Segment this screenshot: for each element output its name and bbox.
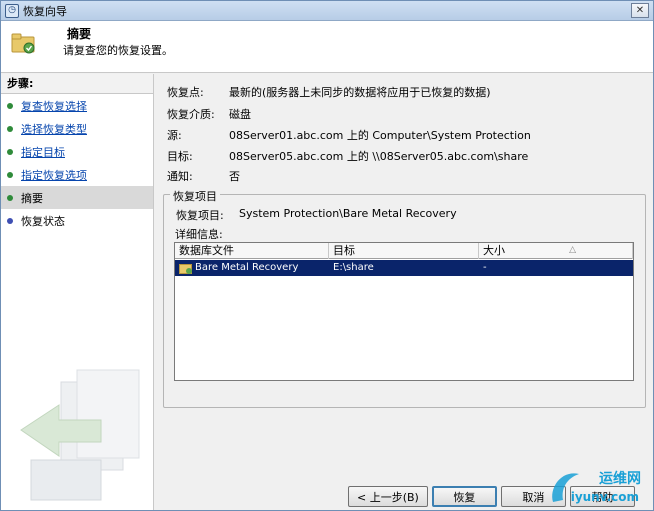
step-done-bullet-icon	[7, 102, 13, 109]
column-header-size[interactable]: 大小 △	[479, 243, 633, 259]
field-label: 恢复介质:	[167, 108, 215, 121]
notify-row: 通知: 否	[167, 168, 240, 184]
step-current-bullet-icon	[7, 194, 13, 201]
recovery-items-row: 恢复项目: System Protection\Bare Metal Recov…	[176, 207, 457, 223]
step-label[interactable]: 指定恢复选项	[21, 167, 87, 183]
wizard-header: 摘要 请复查您的恢复设置。	[1, 21, 653, 73]
step-done-bullet-icon	[7, 148, 13, 155]
window-title: 恢复向导	[23, 4, 67, 18]
watermark-text-en: iyunv.com	[570, 490, 639, 504]
table-header: 数据库文件 目标 大小 △	[175, 243, 633, 259]
recovery-point-row: 恢复点: 最新的(服务器上未同步的数据将应用于已恢复的数据)	[167, 84, 491, 100]
recovery-items-group: 恢复项目 恢复项目: System Protection\Bare Metal …	[163, 188, 646, 408]
watermark-text-cn: 运维网	[599, 471, 641, 487]
page-title: 摘要	[67, 27, 92, 41]
column-header-target[interactable]: 目标	[329, 243, 479, 259]
field-label: 恢复项目:	[176, 209, 224, 222]
size-cell: -	[483, 262, 487, 273]
field-label: 恢复点:	[167, 86, 204, 99]
title-bar[interactable]: ◷ 恢复向导 ✕	[1, 1, 653, 21]
step-review-selection[interactable]: 复查恢复选择	[1, 94, 153, 117]
field-label: 目标:	[167, 150, 193, 163]
recovery-wizard-window: ◷ 恢复向导 ✕ 摘要 请复查您的恢复设置。 步骤: 复查恢复选择 选择恢复类型…	[0, 0, 654, 511]
step-label[interactable]: 指定目标	[21, 144, 65, 160]
field-label: 通知:	[167, 170, 193, 183]
step-recovery-status: 恢复状态	[1, 209, 153, 232]
bare-metal-recovery-icon	[179, 264, 192, 274]
field-value: 否	[229, 170, 240, 183]
step-select-recovery-type[interactable]: 选择恢复类型	[1, 117, 153, 140]
file-name: Bare Metal Recovery	[195, 262, 299, 273]
step-label[interactable]: 选择恢复类型	[21, 121, 87, 137]
column-header-label: 大小	[483, 244, 505, 257]
wizard-app-icon: ◷	[5, 3, 19, 18]
step-specify-options[interactable]: 指定恢复选项	[1, 163, 153, 186]
back-button[interactable]: < 上一步(B)	[348, 486, 428, 507]
step-pending-bullet-icon	[7, 217, 13, 224]
recover-button[interactable]: 恢复	[431, 486, 497, 507]
target-cell: E:\share	[333, 262, 374, 273]
page-subtitle: 请复查您的恢复设置。	[63, 44, 173, 57]
folder-recovery-icon	[11, 33, 35, 54]
step-label: 摘要	[21, 191, 43, 205]
steps-sidebar: 步骤: 复查恢复选择 选择恢复类型 指定目标 指定恢复选项 摘要 恢复状态	[1, 74, 154, 510]
field-value: System Protection\Bare Metal Recovery	[239, 207, 457, 220]
field-value: 磁盘	[229, 108, 251, 121]
field-value: 最新的(服务器上未同步的数据将应用于已恢复的数据)	[229, 86, 491, 99]
step-done-bullet-icon	[7, 125, 13, 132]
column-header-file[interactable]: 数据库文件	[175, 243, 329, 259]
recovery-arrow-illustration	[20, 369, 140, 501]
details-table[interactable]: 数据库文件 目标 大小 △ Bare Metal Recovery E:\sha…	[174, 242, 634, 381]
file-cell: Bare Metal Recovery	[175, 260, 329, 276]
table-row[interactable]: Bare Metal Recovery E:\share -	[175, 260, 633, 276]
step-specify-target[interactable]: 指定目标	[1, 140, 153, 163]
source-row: 源: 08Server01.abc.com 上的 Computer\System…	[167, 127, 531, 143]
step-summary: 摘要	[1, 186, 153, 209]
field-label: 源:	[167, 129, 182, 142]
sort-arrow-icon: △	[569, 245, 576, 255]
field-value: 08Server01.abc.com 上的 Computer\System Pr…	[229, 129, 531, 142]
summary-panel: 恢复点: 最新的(服务器上未同步的数据将应用于已恢复的数据) 恢复介质: 磁盘 …	[155, 74, 653, 510]
step-label: 恢复状态	[21, 214, 65, 228]
steps-heading: 步骤:	[1, 74, 153, 94]
close-button[interactable]: ✕	[631, 3, 649, 18]
step-label[interactable]: 复查恢复选择	[21, 98, 87, 114]
target-row: 目标: 08Server05.abc.com 上的 \\08Server05.a…	[167, 148, 528, 164]
group-title: 恢复项目	[170, 188, 220, 204]
recovery-media-row: 恢复介质: 磁盘	[167, 106, 251, 122]
step-done-bullet-icon	[7, 171, 13, 178]
details-label: 详细信息:	[175, 228, 223, 241]
field-value: 08Server05.abc.com 上的 \\08Server05.abc.c…	[229, 150, 529, 163]
